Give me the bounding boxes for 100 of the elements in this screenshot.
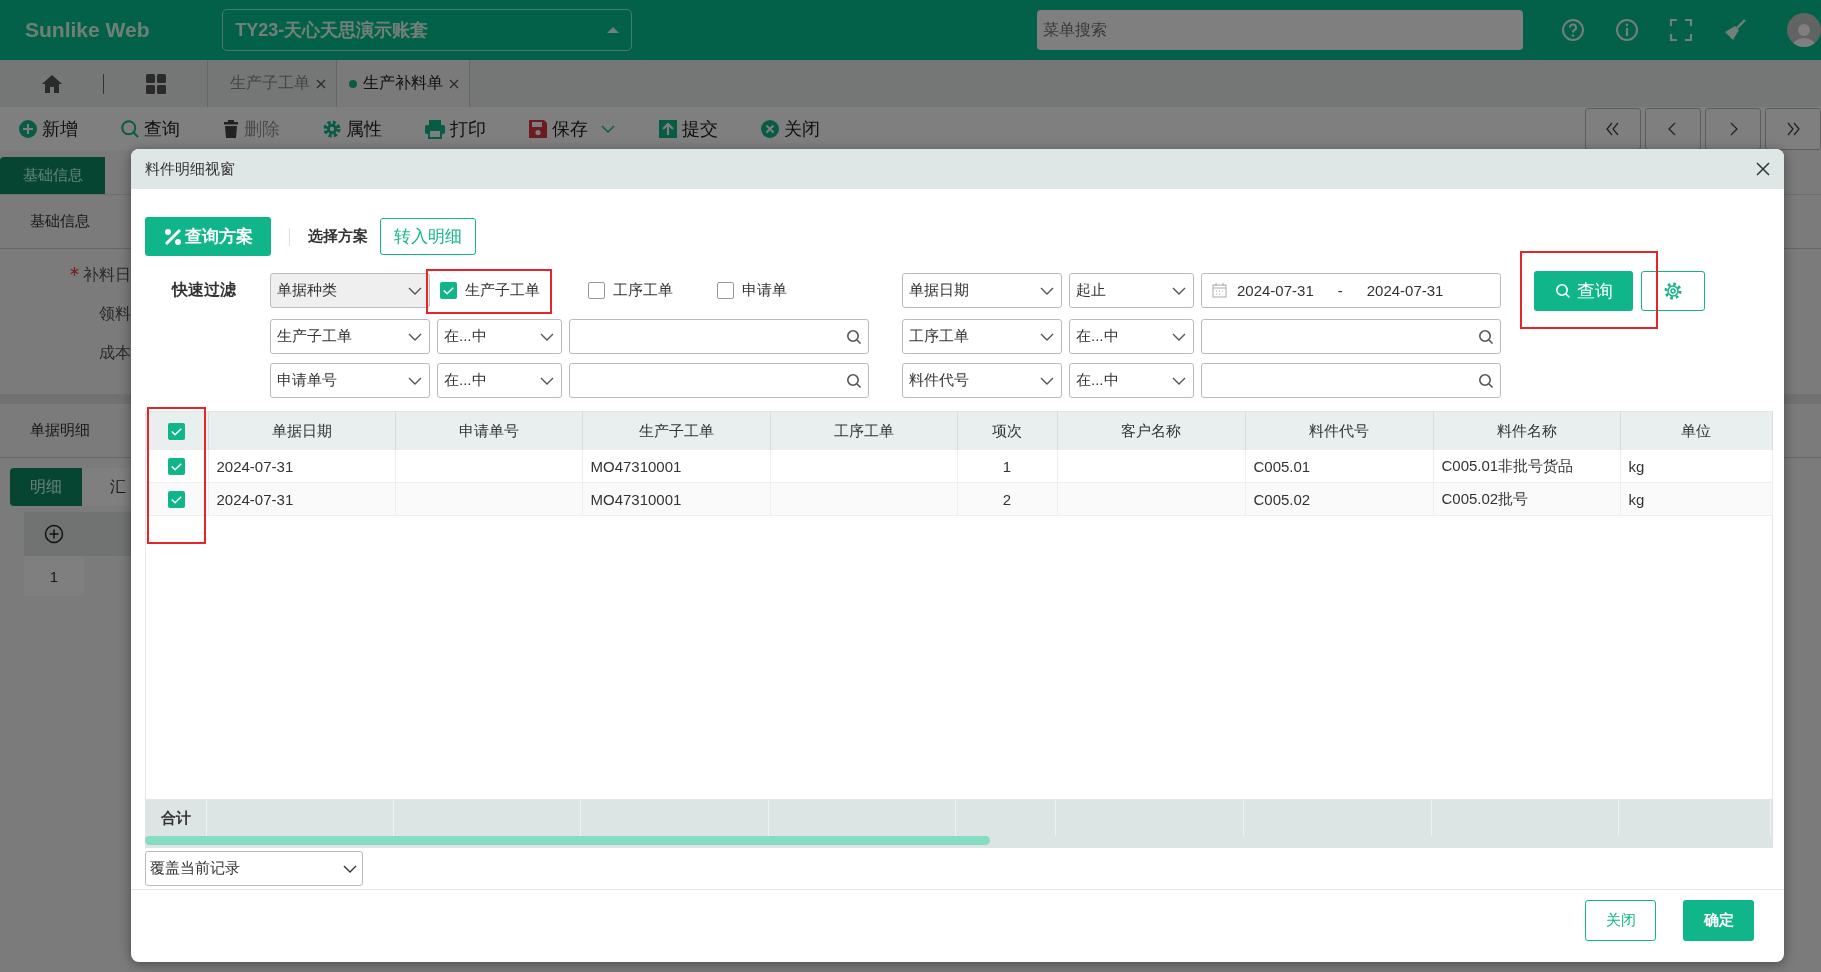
column-header[interactable]: 料件代号	[1245, 412, 1433, 450]
field-label: 成本	[98, 343, 131, 363]
table-cell: kg	[1620, 450, 1772, 483]
app-logo: Sunlike Web	[25, 18, 151, 42]
help-icon[interactable]	[1561, 18, 1585, 42]
search-field[interactable]	[1201, 363, 1501, 398]
toolbar-button[interactable]: 属性	[322, 116, 382, 141]
checkbox[interactable]	[168, 490, 186, 508]
gear-icon	[322, 118, 342, 139]
printer-icon	[424, 118, 446, 139]
scheme-label: 选择方案	[308, 227, 368, 246]
table-cell: MO47310001	[582, 482, 770, 516]
mode-dropdown[interactable]: 覆盖当前记录	[145, 851, 363, 886]
menu-search-field[interactable]: 菜单搜索	[1037, 10, 1523, 50]
dropdown[interactable]: 单据日期	[902, 273, 1062, 308]
table-cell: 2024-07-31	[208, 450, 395, 483]
checkbox[interactable]	[440, 282, 457, 299]
search-field[interactable]	[569, 363, 869, 398]
table-cell: kg	[1620, 482, 1772, 516]
checkbox-label: 生产子工单	[465, 281, 540, 300]
grid-icon[interactable]	[144, 72, 167, 95]
info-icon[interactable]	[1615, 18, 1639, 42]
settings-button[interactable]	[1641, 270, 1705, 311]
search-icon	[120, 118, 140, 139]
scrollbar-track[interactable]	[145, 836, 1773, 848]
chevron-icon	[1171, 375, 1187, 386]
field-label: 领料	[98, 304, 131, 324]
column-header[interactable]: 料件名称	[1433, 412, 1620, 450]
chevron-icon	[407, 331, 423, 342]
filter-label: 快速过滤	[170, 280, 237, 300]
chevron-icon	[1039, 375, 1055, 386]
calendar-icon	[1212, 283, 1227, 298]
search-field[interactable]	[1201, 319, 1501, 354]
chevron-icon	[1171, 331, 1187, 342]
add-row-icon[interactable]	[44, 524, 64, 544]
column-header[interactable]: 单据日期	[208, 412, 395, 450]
broom-icon[interactable]	[1723, 18, 1747, 42]
field-label: 补料日	[0, 265, 131, 286]
dropdown[interactable]: 料件代号	[902, 363, 1062, 398]
column-header[interactable]: 生产子工单	[582, 412, 770, 450]
table-cell: C005.02	[1245, 482, 1433, 516]
search-icon	[846, 328, 862, 345]
scrollbar-thumb[interactable]	[145, 836, 990, 845]
column-header[interactable]: 申请单号	[395, 412, 582, 450]
search-field[interactable]	[569, 319, 869, 354]
column-header[interactable]: 项次	[957, 412, 1057, 450]
checkbox-label: 申请单	[742, 281, 787, 300]
table-cell: 2024-07-31	[208, 482, 395, 516]
table-cell: C005.01非批号货品	[1433, 450, 1620, 483]
chevron-icon	[1171, 285, 1187, 296]
dropdown[interactable]: 工序工单	[902, 319, 1062, 354]
toolbar-button[interactable]: 关闭	[760, 116, 820, 141]
trash-icon	[222, 118, 240, 139]
previous-button[interactable]	[1645, 108, 1701, 150]
dialog-title: 料件明细视窗	[145, 159, 235, 179]
first-page-button[interactable]	[1585, 108, 1641, 150]
settings-icon	[1663, 280, 1683, 301]
close-icon[interactable]	[1756, 162, 1770, 176]
add-icon	[18, 118, 38, 139]
required-icon	[70, 267, 79, 276]
home-icon[interactable]	[40, 73, 63, 94]
table-cell: 2	[957, 482, 1057, 516]
toolbar-button[interactable]: 打印	[424, 116, 486, 141]
close-icon	[760, 118, 780, 139]
dropdown[interactable]: 在...中	[1069, 363, 1194, 398]
checkbox[interactable]	[168, 422, 186, 440]
date-range-field[interactable]: 2024-07-31 - 2024-07-31	[1201, 273, 1501, 308]
toolbar-button[interactable]: 新增	[18, 116, 78, 141]
save-icon	[528, 118, 548, 139]
dropdown[interactable]: 在...中	[1069, 319, 1194, 354]
checkbox[interactable]	[588, 282, 605, 299]
chevron-icon	[1039, 285, 1055, 296]
dropdown[interactable]: 生产子工单	[270, 319, 430, 354]
dropdown[interactable]: 在...中	[437, 319, 562, 354]
checkbox[interactable]	[717, 282, 734, 299]
avatar[interactable]	[1787, 13, 1821, 47]
table-cell: 1	[957, 450, 1057, 483]
table-cell: C005.02批号	[1433, 482, 1620, 516]
search-icon	[1478, 328, 1494, 345]
next-button[interactable]	[1705, 108, 1761, 150]
table-cell: C005.01	[1245, 450, 1433, 483]
column-header[interactable]: 工序工单	[770, 412, 957, 450]
search-icon	[1478, 372, 1494, 389]
toolbar-button[interactable]: 保存	[528, 116, 616, 141]
row-number: 1	[24, 556, 84, 596]
toolbar-button[interactable]: 查询	[120, 116, 180, 141]
column-header[interactable]: 客户名称	[1057, 412, 1245, 450]
fullscreen-icon[interactable]	[1669, 18, 1693, 42]
checkbox[interactable]	[168, 457, 186, 475]
dropdown[interactable]: 起止	[1069, 273, 1194, 308]
search-icon	[1554, 282, 1571, 299]
column-header[interactable]: 单位	[1620, 412, 1772, 450]
table-cell: MO47310001	[582, 450, 770, 483]
dropdown[interactable]: 申请单号	[270, 363, 430, 398]
page-tab[interactable]: 生产补料单	[336, 60, 470, 107]
toolbar-button[interactable]: 提交	[658, 116, 718, 141]
chevron-icon	[407, 375, 423, 386]
checkbox-label: 工序工单	[613, 281, 673, 300]
dropdown[interactable]: 在...中	[437, 363, 562, 398]
chevron-icon	[600, 124, 616, 134]
